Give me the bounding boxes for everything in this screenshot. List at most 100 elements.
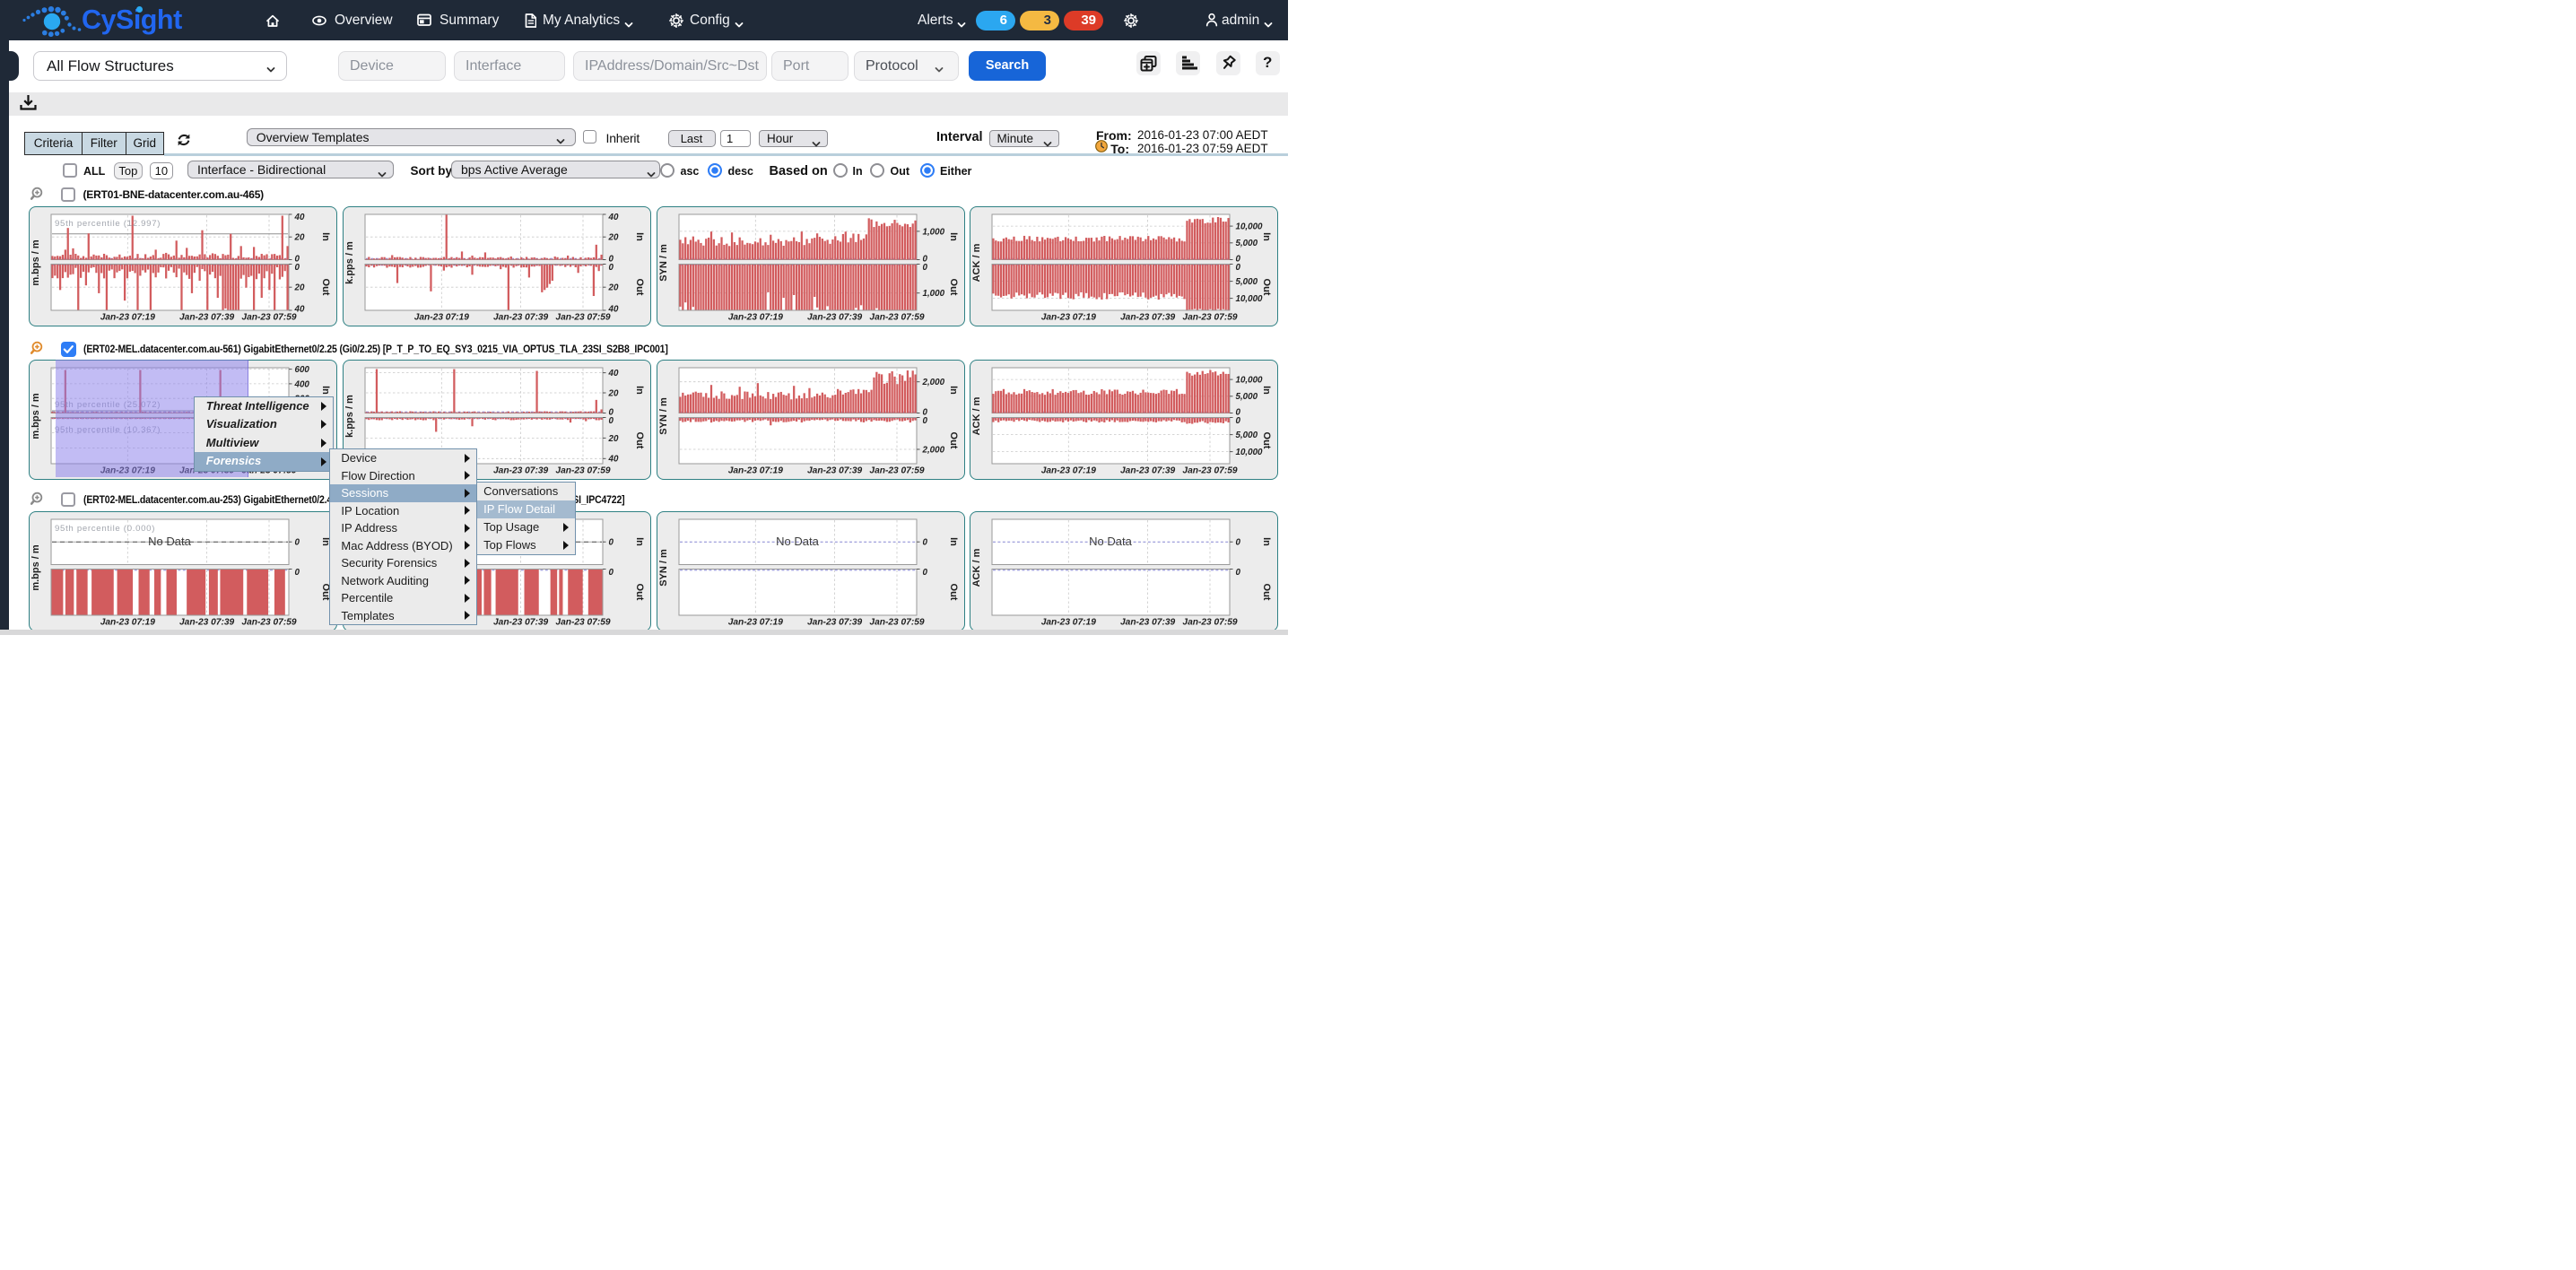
svg-text:40: 40 — [607, 369, 618, 378]
svg-text:Jan-23 07:59: Jan-23 07:59 — [241, 618, 296, 628]
svg-text:Jan-23 07:39: Jan-23 07:39 — [493, 466, 548, 476]
svg-text:In: In — [634, 232, 645, 241]
svg-text:0: 0 — [1236, 263, 1241, 273]
svg-text:0: 0 — [295, 568, 300, 578]
svg-text:Jan-23 07:59: Jan-23 07:59 — [1183, 313, 1238, 323]
svg-text:20: 20 — [294, 283, 305, 293]
svg-text:m.bps / m: m.bps / m — [30, 544, 41, 591]
svg-text:0: 0 — [1236, 416, 1241, 426]
svg-text:0: 0 — [922, 263, 927, 273]
svg-text:ACK / m: ACK / m — [971, 243, 982, 282]
svg-text:SYN / m: SYN / m — [658, 397, 669, 435]
svg-text:k.pps / m: k.pps / m — [344, 241, 355, 284]
svg-text:Jan-23 07:59: Jan-23 07:59 — [1183, 618, 1238, 628]
svg-text:Jan-23 07:39: Jan-23 07:39 — [1120, 313, 1175, 323]
svg-text:20: 20 — [294, 233, 305, 243]
svg-text:ACK / m: ACK / m — [971, 396, 982, 435]
svg-text:In: In — [634, 537, 645, 546]
svg-text:m.bps / m: m.bps / m — [30, 239, 41, 286]
svg-text:Out: Out — [634, 432, 645, 449]
svg-text:95th percentile (12.997): 95th percentile (12.997) — [55, 219, 161, 229]
svg-text:m.bps / m: m.bps / m — [30, 393, 41, 439]
svg-text:Jan-23 07:39: Jan-23 07:39 — [1120, 618, 1175, 628]
svg-text:20: 20 — [607, 283, 618, 293]
svg-text:0: 0 — [608, 263, 614, 273]
svg-text:0: 0 — [608, 538, 614, 548]
svg-text:No Data: No Data — [1090, 535, 1133, 548]
svg-text:Out: Out — [1261, 432, 1272, 449]
svg-text:0: 0 — [608, 568, 614, 578]
svg-text:Out: Out — [634, 279, 645, 296]
svg-text:0: 0 — [922, 538, 927, 548]
svg-text:Jan-23 07:19: Jan-23 07:19 — [100, 618, 155, 628]
svg-text:20: 20 — [607, 233, 618, 243]
svg-text:2,000: 2,000 — [921, 445, 944, 455]
svg-text:0: 0 — [922, 416, 927, 426]
svg-text:k.pps / m: k.pps / m — [344, 395, 355, 438]
svg-text:Jan-23 07:59: Jan-23 07:59 — [869, 466, 924, 476]
svg-text:Jan-23 07:39: Jan-23 07:39 — [179, 618, 234, 628]
svg-text:20: 20 — [607, 388, 618, 398]
svg-text:5,000: 5,000 — [1236, 239, 1258, 248]
svg-text:1,000: 1,000 — [922, 227, 944, 237]
svg-text:20: 20 — [607, 434, 618, 444]
svg-text:Jan-23 07:19: Jan-23 07:19 — [1041, 618, 1096, 628]
svg-text:10,000: 10,000 — [1236, 376, 1264, 386]
svg-text:Jan-23 07:39: Jan-23 07:39 — [493, 618, 548, 628]
svg-text:Out: Out — [948, 279, 959, 296]
svg-text:Jan-23 07:39: Jan-23 07:39 — [1120, 466, 1175, 476]
svg-text:In: In — [1261, 386, 1272, 395]
svg-text:Jan-23 07:19: Jan-23 07:19 — [727, 618, 782, 628]
svg-text:Jan-23 07:39: Jan-23 07:39 — [179, 313, 234, 323]
svg-text:Jan-23 07:19: Jan-23 07:19 — [727, 313, 782, 323]
svg-text:Jan-23 07:19: Jan-23 07:19 — [727, 466, 782, 476]
svg-text:Out: Out — [1261, 584, 1272, 601]
svg-text:Jan-23 07:19: Jan-23 07:19 — [1041, 313, 1096, 323]
svg-text:Jan-23 07:59: Jan-23 07:59 — [555, 466, 610, 476]
svg-text:5,000: 5,000 — [1236, 277, 1258, 287]
svg-text:Jan-23 07:59: Jan-23 07:59 — [241, 313, 296, 323]
svg-text:In: In — [634, 386, 645, 395]
svg-text:Jan-23 07:59: Jan-23 07:59 — [869, 618, 924, 628]
svg-text:0: 0 — [922, 568, 927, 578]
svg-text:2,000: 2,000 — [921, 378, 944, 387]
svg-text:Jan-23 07:19: Jan-23 07:19 — [1041, 466, 1096, 476]
svg-text:Out: Out — [320, 279, 331, 296]
svg-text:In: In — [948, 537, 959, 546]
svg-text:Out: Out — [948, 432, 959, 449]
svg-text:0: 0 — [608, 416, 614, 426]
svg-text:No Data: No Data — [148, 535, 191, 548]
svg-text:Jan-23 07:39: Jan-23 07:39 — [807, 313, 862, 323]
svg-text:0: 0 — [295, 538, 300, 548]
svg-text:Jan-23 07:39: Jan-23 07:39 — [493, 313, 548, 323]
svg-text:10,000: 10,000 — [1236, 222, 1264, 232]
svg-text:In: In — [948, 232, 959, 241]
svg-text:1,000: 1,000 — [922, 289, 944, 299]
svg-text:10,000: 10,000 — [1236, 294, 1264, 304]
svg-text:0: 0 — [1236, 538, 1241, 548]
svg-text:Jan-23 07:59: Jan-23 07:59 — [555, 313, 610, 323]
svg-text:Out: Out — [948, 584, 959, 601]
svg-text:400: 400 — [294, 379, 310, 389]
svg-text:Jan-23 07:59: Jan-23 07:59 — [1183, 466, 1238, 476]
svg-text:Out: Out — [1261, 279, 1272, 296]
svg-text:Jan-23 07:59: Jan-23 07:59 — [555, 618, 610, 628]
svg-text:40: 40 — [607, 455, 618, 465]
svg-text:Jan-23 07:39: Jan-23 07:39 — [807, 618, 862, 628]
svg-text:In: In — [320, 386, 331, 395]
svg-text:40: 40 — [607, 213, 618, 222]
svg-text:SYN / m: SYN / m — [658, 244, 669, 282]
svg-text:10,000: 10,000 — [1236, 448, 1264, 457]
svg-text:0: 0 — [1236, 568, 1241, 578]
svg-text:ACK / m: ACK / m — [971, 548, 982, 587]
svg-text:In: In — [948, 386, 959, 395]
svg-text:Jan-23 07:19: Jan-23 07:19 — [100, 313, 155, 323]
svg-text:5,000: 5,000 — [1236, 392, 1258, 402]
svg-text:Jan-23 07:19: Jan-23 07:19 — [414, 313, 469, 323]
svg-text:600: 600 — [295, 365, 310, 375]
svg-text:No Data: No Data — [776, 535, 819, 548]
svg-text:In: In — [1261, 537, 1272, 546]
svg-text:SYN / m: SYN / m — [658, 549, 669, 587]
svg-text:In: In — [320, 232, 331, 241]
svg-text:Jan-23 07:39: Jan-23 07:39 — [807, 466, 862, 476]
